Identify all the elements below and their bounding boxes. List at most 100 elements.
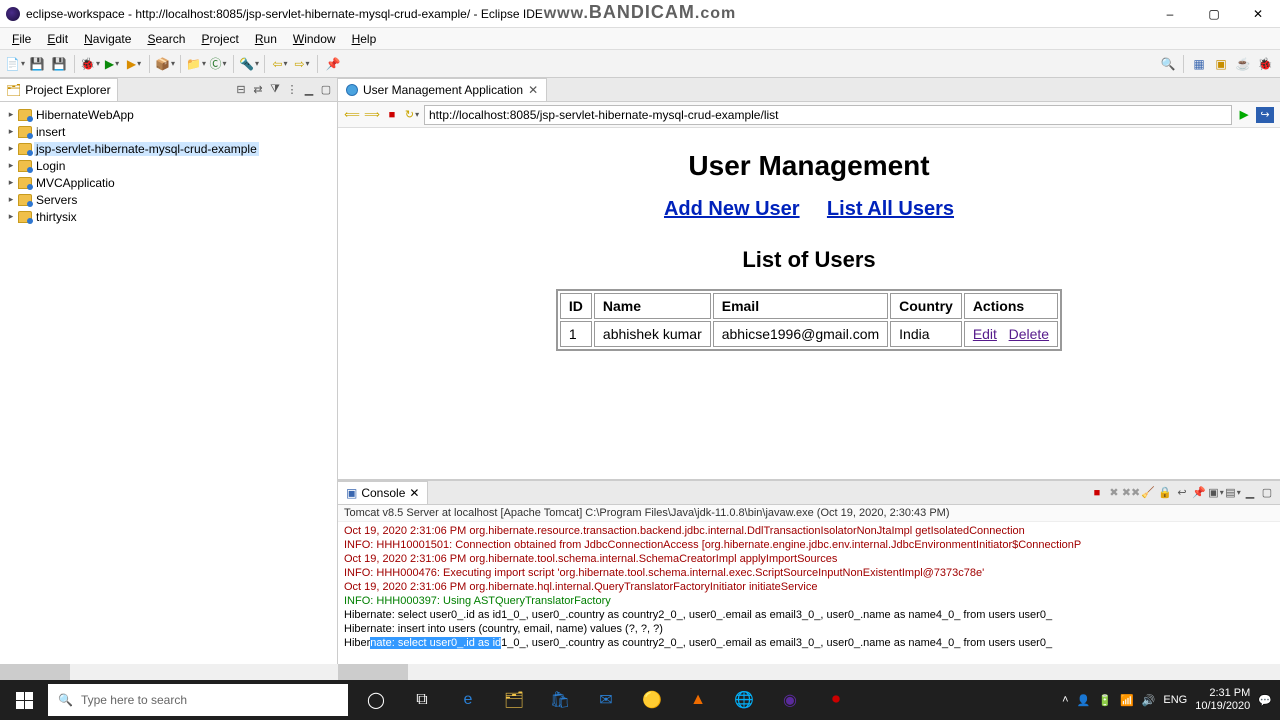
debug-icon[interactable]: 🐞 [81,55,99,73]
debug-perspective-icon[interactable]: 🐞 [1256,55,1274,73]
wifi-icon[interactable]: 📶 [1120,694,1134,707]
battery-icon[interactable]: 🔋 [1098,694,1112,707]
run-ext-icon[interactable]: ▶ [125,55,143,73]
menu-window[interactable]: Window [285,30,344,48]
taskbar-search-box[interactable]: 🔍 Type here to search [48,684,348,716]
maximize-view-icon[interactable]: ▢ [1260,486,1274,500]
console-output[interactable]: Oct 19, 2020 2:31:06 PM org.hibernate.re… [338,522,1280,664]
taskbar-clock[interactable]: 2:31 PM 10/19/2020 [1195,687,1250,713]
cortana-icon[interactable]: ◯ [354,680,398,720]
close-icon[interactable]: ✕ [528,83,538,97]
project-explorer-tab[interactable]: 🗂 Project Explorer [0,78,118,101]
editor-tab-user-management[interactable]: User Management Application ✕ [338,78,547,101]
add-new-user-link[interactable]: Add New User [664,198,800,220]
remove-launch-icon[interactable]: ✖ [1107,486,1121,500]
project-tree[interactable]: ▸HibernateWebApp▸insert▸jsp-servlet-hibe… [0,102,337,229]
mail-icon[interactable]: ✉ [584,680,628,720]
chrome-icon[interactable]: 🟡 [630,680,674,720]
browser-external-icon[interactable]: ↪ [1256,107,1274,123]
forward-history-icon[interactable]: ⇨ [293,55,311,73]
project-mvcapplicatio[interactable]: ▸MVCApplicatio [0,174,337,191]
link-editor-icon[interactable]: ⇄ [251,83,265,97]
edge-legacy-icon[interactable]: e [446,680,490,720]
console-tab[interactable]: ▣ Console ✕ [338,481,428,504]
browser-back-icon[interactable]: ⟸ [344,107,360,123]
language-indicator[interactable]: ENG [1163,694,1187,706]
project-login[interactable]: ▸Login [0,157,337,174]
save-icon[interactable]: 💾 [28,55,46,73]
edge-icon[interactable]: 🌐 [722,680,766,720]
pin-editor-icon[interactable]: 📌 [324,55,342,73]
list-all-users-link[interactable]: List All Users [827,198,954,220]
maximize-view-icon[interactable]: ▢ [319,83,333,97]
people-icon[interactable]: 👤 [1077,694,1091,707]
save-all-icon[interactable]: 💾 [50,55,68,73]
system-tray[interactable]: ˄ 👤 🔋 📶 🔊 ENG 2:31 PM 10/19/2020 💬 [1054,687,1280,713]
menu-project[interactable]: Project [193,30,246,48]
browser-go-icon[interactable]: ▶ [1236,107,1252,123]
project-explorer-horizontal-scrollbar[interactable] [0,664,338,680]
java-ee-perspective-icon[interactable]: ▣ [1212,55,1230,73]
console-line: Oct 19, 2020 2:31:06 PM org.hibernate.hq… [344,580,1274,594]
filter-icon[interactable]: ⧩ [268,83,282,97]
menu-search[interactable]: Search [139,30,193,48]
menu-help[interactable]: Help [344,30,385,48]
terminate-icon[interactable]: ■ [1090,486,1104,500]
minimize-view-icon[interactable]: ▁ [1243,486,1257,500]
file-explorer-icon[interactable]: 🗂 [492,680,536,720]
window-maximize-button[interactable]: ▢ [1192,0,1236,28]
new-package-icon[interactable]: 📁 [187,55,205,73]
run-icon[interactable]: ▶ [103,55,121,73]
tray-chevron-up-icon[interactable]: ˄ [1062,694,1068,706]
project-servers[interactable]: ▸Servers [0,191,337,208]
store-icon[interactable]: 🛍 [538,680,582,720]
scroll-lock-icon[interactable]: 🔒 [1158,486,1172,500]
quick-access-icon[interactable]: 🔍 [1159,55,1177,73]
word-wrap-icon[interactable]: ↩ [1175,486,1189,500]
window-minimize-button[interactable]: – [1148,0,1192,28]
console-line: INFO: HHH000476: Executing import script… [344,566,1274,580]
browser-refresh-icon[interactable]: ↻ [404,107,420,123]
volume-icon[interactable]: 🔊 [1142,694,1156,707]
start-button[interactable] [0,680,48,720]
menu-edit[interactable]: Edit [39,30,76,48]
back-history-icon[interactable]: ⇦ [271,55,289,73]
minimize-view-icon[interactable]: ▁ [302,83,316,97]
menu-navigate[interactable]: Navigate [76,30,139,48]
eclipse-taskbar-icon[interactable]: ◉ [768,680,812,720]
browser-forward-icon[interactable]: ⟹ [364,107,380,123]
project-folder-icon [18,126,32,138]
bandicam-record-icon[interactable]: ⏺ [814,680,858,720]
new-class-icon[interactable]: Ⓒ [209,55,227,73]
console-horizontal-scrollbar[interactable] [338,664,1280,680]
project-hibernatewebapp[interactable]: ▸HibernateWebApp [0,106,337,123]
notifications-icon[interactable]: 💬 [1258,694,1272,707]
task-view-icon[interactable]: ⧉ [400,680,444,720]
close-icon[interactable]: ✕ [409,486,419,500]
editor-tabs: User Management Application ✕ [338,78,1280,102]
display-selected-icon[interactable]: ▣ [1209,486,1223,500]
clear-console-icon[interactable]: 🧹 [1141,486,1155,500]
browser-stop-icon[interactable]: ■ [384,107,400,123]
pin-console-icon[interactable]: 📌 [1192,486,1206,500]
collapse-all-icon[interactable]: ⊟ [234,83,248,97]
project-insert[interactable]: ▸insert [0,123,337,140]
new-file-icon[interactable]: 📄 [6,55,24,73]
open-console-icon[interactable]: ▤ [1226,486,1240,500]
browser-url-field[interactable] [424,105,1232,125]
edit-link[interactable]: Edit [973,326,997,342]
window-close-button[interactable]: ✕ [1236,0,1280,28]
console-line: Hibernate: select user0_.id as id1_0_, u… [344,636,1274,650]
remove-all-icon[interactable]: ✖✖ [1124,486,1138,500]
open-perspective-icon[interactable]: ▦ [1190,55,1208,73]
project-jsp-servlet-hibernate-mysql-crud-example[interactable]: ▸jsp-servlet-hibernate-mysql-crud-exampl… [0,140,337,157]
menu-file[interactable]: File [4,30,39,48]
java-perspective-icon[interactable]: ☕ [1234,55,1252,73]
search-toolbar-icon[interactable]: 🔦 [240,55,258,73]
menu-run[interactable]: Run [247,30,285,48]
new-server-icon[interactable]: 📦 [156,55,174,73]
delete-link[interactable]: Delete [1009,326,1049,342]
project-thirtysix[interactable]: ▸thirtysix [0,208,337,225]
view-menu-icon[interactable]: ⋮ [285,83,299,97]
vlc-icon[interactable]: ▲ [676,680,720,720]
